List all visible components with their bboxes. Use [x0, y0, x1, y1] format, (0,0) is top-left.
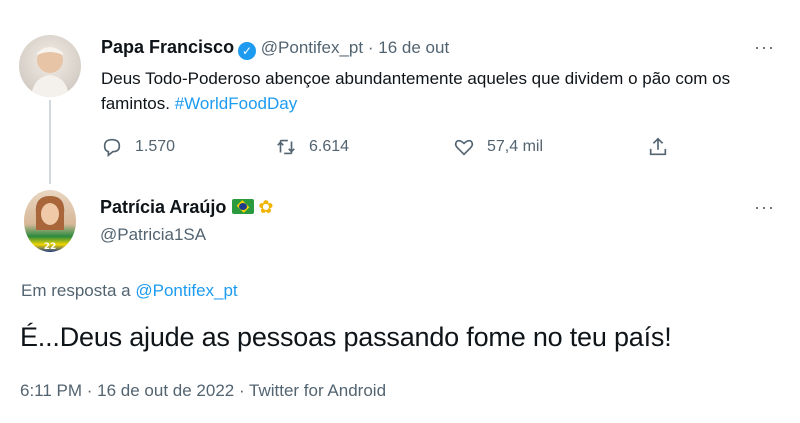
parent-tweet-header: Papa Francisco ✓ @Pontifex_pt · 16 de out: [101, 37, 449, 60]
avatar[interactable]: 22: [24, 190, 76, 252]
reply-count: 1.570: [135, 138, 176, 155]
more-options-icon[interactable]: ···: [754, 197, 775, 218]
verified-badge-icon: ✓: [238, 42, 257, 60]
in-reply-handle-link[interactable]: @Pontifex_pt: [135, 281, 237, 300]
in-reply-to: Em resposta a @Pontifex_pt: [21, 281, 238, 301]
reply-icon: [103, 138, 121, 157]
tweet-date[interactable]: 16 de out: [378, 38, 449, 57]
share-icon: [649, 137, 667, 156]
author-handle[interactable]: @Pontifex_pt: [261, 38, 363, 57]
retweet-count: 6.614: [309, 138, 350, 155]
reply-tweet-header: Patrícia Araújo ✿: [100, 197, 273, 218]
sunflower-icon: ✿: [258, 197, 274, 218]
header-separator: ·: [367, 38, 374, 57]
parent-tweet-text: Deus Todo-Poderoso abençoe abundantement…: [101, 66, 781, 116]
retweet-action[interactable]: 6.614: [275, 136, 349, 158]
user-portrait-icon: 22: [35, 196, 65, 252]
tweet-timestamp[interactable]: 6:11 PM · 16 de out de 2022 · Twitter fo…: [20, 381, 386, 401]
like-count: 57,4 mil: [487, 138, 544, 155]
heart-icon: [454, 139, 474, 156]
tweet-actions: 1.570 6.614 57,4 mil: [101, 136, 681, 162]
tweet-thread-page: { "parent_tweet": { "author_name": "Papa…: [0, 0, 800, 423]
brazil-flag-icon: [232, 199, 255, 214]
like-action[interactable]: 57,4 mil: [453, 136, 543, 158]
avatar[interactable]: [19, 35, 81, 97]
hashtag-link[interactable]: #WorldFoodDay: [175, 94, 298, 113]
svg-text:22: 22: [44, 242, 57, 252]
reply-action[interactable]: 1.570: [101, 136, 175, 158]
pope-portrait-icon: [31, 47, 69, 97]
reply-tweet-text: É...Deus ajude as pessoas passando fome …: [20, 322, 672, 352]
share-action[interactable]: [647, 136, 669, 158]
retweet-icon: [277, 139, 295, 155]
author-handle[interactable]: @Patricia1SA: [100, 225, 206, 245]
thread-connector-line: [49, 100, 51, 184]
more-options-icon[interactable]: ···: [754, 37, 775, 58]
author-name[interactable]: Papa Francisco: [101, 37, 234, 57]
in-reply-prefix: Em resposta a: [21, 281, 131, 300]
author-name[interactable]: Patrícia Araújo: [100, 197, 226, 217]
